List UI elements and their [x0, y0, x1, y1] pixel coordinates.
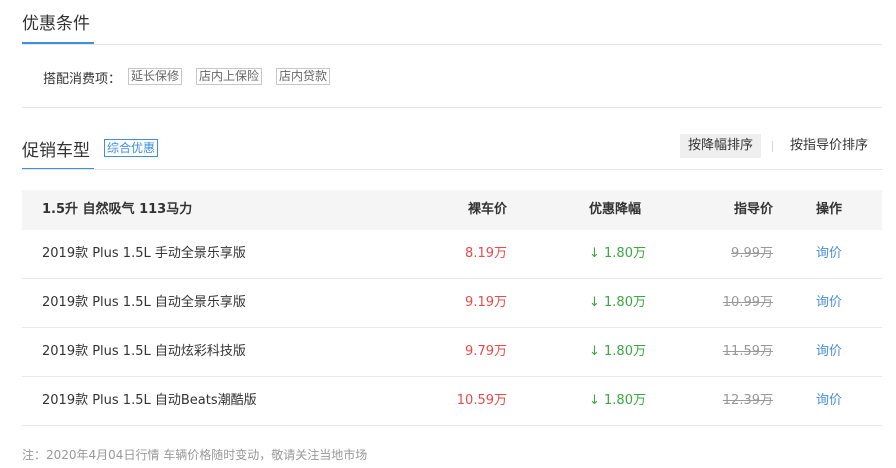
col-header-guide-price: 指导价	[733, 202, 773, 217]
bare-price: 8.19万	[465, 246, 507, 261]
inquire-link[interactable]: 询价	[816, 328, 842, 376]
tag-in-store-insurance: 店内上保险	[196, 68, 263, 85]
table-row: 2019款 Plus 1.5L 手动全景乐享版 8.19万 ↓ 1.80万 9.…	[22, 230, 882, 279]
guide-price: 10.99万	[722, 295, 773, 310]
combined-discount-badge: 综合优惠	[104, 139, 159, 157]
discount-amount: ↓ 1.80万	[589, 393, 646, 408]
conditions-label: 搭配消费项：	[43, 72, 122, 87]
conditions-divider	[22, 44, 882, 45]
discount-amount: ↓ 1.80万	[589, 344, 646, 359]
col-header-discount: 优惠降幅	[589, 202, 642, 217]
bare-price: 9.19万	[465, 295, 507, 310]
tag-in-store-loan: 店内贷款	[276, 68, 331, 85]
col-header-price: 裸车价	[467, 202, 507, 217]
inquire-link[interactable]: 询价	[816, 230, 842, 278]
model-name: 2019款 Plus 1.5L 自动全景乐享版	[42, 295, 246, 310]
model-name: 2019款 Plus 1.5L 自动炫彩科技版	[42, 344, 246, 359]
guide-price: 11.59万	[722, 344, 773, 359]
table-row: 2019款 Plus 1.5L 自动全景乐享版 9.19万 ↓ 1.80万 10…	[22, 279, 882, 328]
model-name: 2019款 Plus 1.5L 自动Beats潮酷版	[42, 393, 257, 408]
table-row: 2019款 Plus 1.5L 自动Beats潮酷版 10.59万 ↓ 1.80…	[22, 377, 882, 426]
promo-divider	[22, 169, 882, 170]
sort-by-discount-button[interactable]: 按降幅排序	[680, 134, 762, 158]
engine-group-label: 1.5升 自然吸气 113马力	[42, 202, 193, 217]
conditions-title: 优惠条件	[22, 14, 90, 34]
table-row: 2019款 Plus 1.5L 自动炫彩科技版 9.79万 ↓ 1.80万 11…	[22, 328, 882, 377]
bare-price: 9.79万	[465, 344, 507, 359]
discount-amount: ↓ 1.80万	[589, 295, 646, 310]
guide-price: 9.99万	[731, 246, 773, 261]
inquire-link[interactable]: 询价	[816, 377, 842, 425]
sort-separator	[772, 141, 773, 152]
tag-extended-warranty: 延长保修	[128, 68, 183, 85]
model-name: 2019款 Plus 1.5L 手动全景乐享版	[42, 246, 246, 261]
sort-by-guide-price-button[interactable]: 按指导价排序	[782, 134, 876, 158]
inquire-link[interactable]: 询价	[816, 279, 842, 327]
discount-amount: ↓ 1.80万	[589, 246, 646, 261]
price-note: 注：2020年4月04日行情 车辆价格随时变动，敬请关注当地市场	[22, 448, 368, 462]
guide-price: 12.39万	[722, 393, 773, 408]
bare-price: 10.59万	[456, 393, 507, 408]
promo-title: 促销车型	[22, 141, 90, 161]
col-header-action: 操作	[816, 202, 843, 217]
table-header: 1.5升 自然吸气 113马力 裸车价 优惠降幅 指导价 操作	[22, 190, 882, 230]
section-divider	[22, 107, 882, 108]
